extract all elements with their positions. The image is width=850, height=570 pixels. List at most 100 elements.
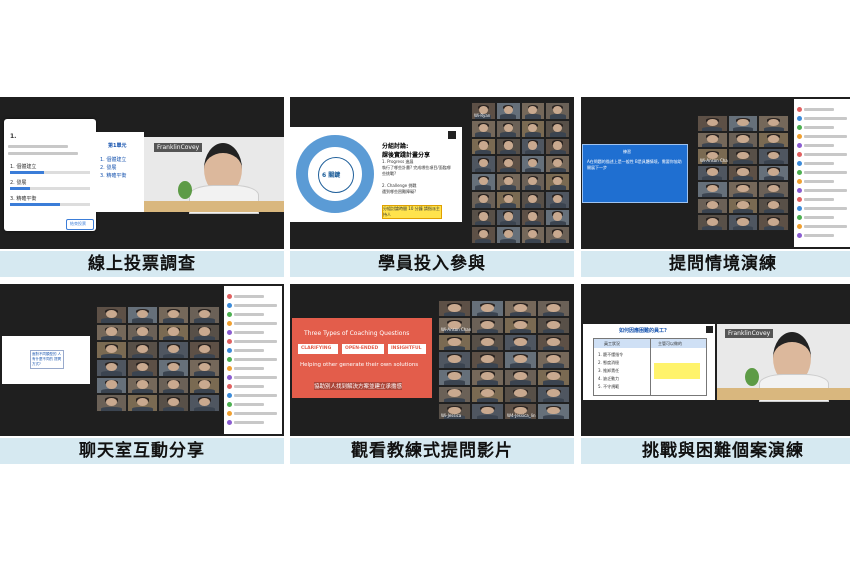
participant-video-tile	[545, 119, 570, 138]
caption-online-poll: 線上投票調查	[0, 251, 284, 277]
video-caption-zh: 協助別人找到解決方案並建立承擔感	[314, 382, 403, 390]
tag-open-ended: OPEN-ENDED	[342, 344, 384, 354]
participant-video-tile	[697, 131, 728, 149]
participant-video-tile	[471, 300, 504, 318]
caption-participation: 學員投入參與	[290, 251, 574, 277]
participant-video-tile	[758, 197, 789, 215]
slide-item-3: 3. 精確平衡	[100, 173, 127, 179]
participant-video-tile	[727, 131, 759, 149]
participant-video-tile	[158, 323, 189, 342]
participant-video-tile	[537, 351, 570, 369]
participant-video-tile	[727, 214, 759, 231]
participant-video-tile	[758, 115, 789, 132]
participant-video-tile	[471, 334, 504, 352]
participant-video-tile	[504, 351, 537, 369]
participant-video-tile	[471, 173, 496, 191]
chat-avatar	[797, 188, 802, 193]
chat-message	[234, 340, 277, 343]
participant-video-tile	[495, 137, 521, 156]
chat-avatar	[797, 224, 802, 229]
chat-avatar	[227, 312, 232, 317]
chat-avatar	[797, 206, 802, 211]
participant-video-tile	[471, 190, 496, 209]
poll-option-3: 3. 精確平衡	[10, 196, 37, 202]
corner-logo-icon	[706, 326, 713, 333]
slide-title: 練習	[623, 149, 631, 154]
participant-video-tile	[471, 402, 504, 420]
chat-message	[804, 126, 834, 129]
circle-label: 6 關鍵	[322, 172, 341, 179]
chat-avatar	[227, 411, 232, 416]
participant-video-tile	[471, 317, 504, 335]
participant-video-tile	[697, 181, 728, 198]
chat-message	[234, 358, 277, 361]
participant-grid: Wi-Anson Chang Wi-Jessica W4-Jessica_lin	[438, 300, 570, 420]
participant-video-tile	[758, 131, 789, 149]
chat-avatar	[227, 393, 232, 398]
screen-question-practice: 練習 A在問題的描述上是一般性 B是具體情境，需要你協助開展下一步 Wi-Ans…	[581, 97, 850, 249]
participant-video-tile	[158, 376, 189, 395]
video-frame: Three Types of Coaching Questions CLARIF…	[292, 318, 432, 398]
chat-avatar	[227, 357, 232, 362]
participant-video-tile	[504, 317, 537, 335]
slide-item-1: 1. 個體建立	[100, 157, 127, 163]
participant-video-tile	[520, 137, 546, 156]
table-slide: 如何因應困難的員工? 員工狀況 主管可以做的 1. 聽不懂指令 2. 態度消極 3.…	[583, 324, 715, 400]
chat-message	[804, 153, 847, 156]
participant-video-tile	[158, 394, 189, 412]
end-poll-button[interactable]: 結束投票	[66, 219, 94, 230]
participant-video-tile	[96, 306, 127, 324]
participant-video-tile	[537, 385, 570, 403]
chat-message	[234, 331, 264, 334]
participant-video-tile	[758, 214, 789, 231]
chat-avatar	[797, 161, 802, 166]
participant-grid: Wi-Anson Chang	[697, 115, 789, 231]
chat-message	[234, 304, 277, 307]
desk	[717, 388, 850, 400]
participant-video-tile	[504, 334, 537, 352]
slide-point-2: 2. Challenge 挑戰 遇到哪些困難障礙?	[382, 183, 417, 194]
chat-message	[234, 421, 264, 424]
six-keys-circle: 6 關鍵	[296, 135, 374, 213]
desk	[144, 201, 284, 212]
participant-video-tile	[158, 306, 189, 324]
chat-message	[804, 207, 847, 210]
chat-avatar	[797, 215, 802, 220]
participant-video-tile: Wi-Ryan	[471, 102, 496, 120]
participant-video-tile	[471, 351, 504, 369]
participant-video-tile	[189, 376, 220, 395]
participant-video-tile	[758, 181, 789, 198]
slide-note: 分組討論時間 10 分鐘 請指派主持人	[382, 205, 442, 219]
chat-message	[804, 171, 847, 174]
screen-coaching-video: Three Types of Coaching Questions CLARIF…	[290, 284, 574, 436]
chat-avatar	[227, 384, 232, 389]
note-slide: 面對不同類型的 人有什麼不同的 提問方式?	[2, 336, 90, 384]
chat-avatar	[227, 294, 232, 299]
chat-avatar	[797, 125, 802, 130]
participant-video-tile	[189, 323, 220, 342]
chat-message	[234, 376, 277, 379]
plant	[178, 181, 192, 199]
participant-video-tile	[471, 137, 496, 156]
participant-name: W4-Jessica_lin	[507, 412, 536, 418]
participant-video-tile	[96, 359, 127, 377]
participant-video-tile	[96, 341, 127, 359]
slide-title: 分組討論: 課後實踐計畫分享	[382, 143, 431, 159]
participant-video-tile	[545, 173, 570, 191]
circle-center: 6 關鍵	[318, 157, 354, 193]
chat-message	[804, 162, 834, 165]
participant-video-tile	[495, 102, 521, 120]
participant-video-tile	[727, 197, 759, 215]
chat-message	[804, 144, 834, 147]
participant-video-tile	[504, 385, 537, 403]
participant-video-tile	[495, 155, 521, 173]
participant-video-tile	[127, 323, 158, 342]
chat-avatar	[797, 197, 802, 202]
chat-avatar	[227, 303, 232, 308]
table-row-label: 4. 缺乏動力	[598, 376, 620, 381]
chat-avatar	[797, 116, 802, 121]
plant	[745, 368, 759, 386]
participant-video-tile	[727, 148, 759, 165]
video-title: Three Types of Coaching Questions	[304, 330, 410, 337]
chat-avatar	[227, 375, 232, 380]
